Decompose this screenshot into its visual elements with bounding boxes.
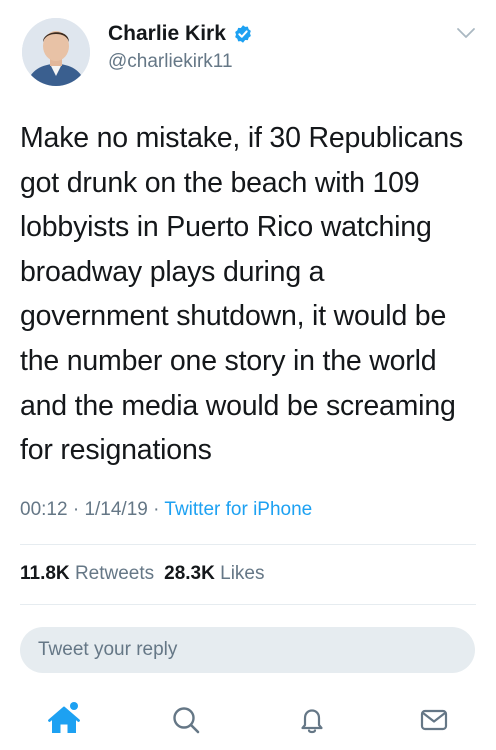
unread-dot — [70, 702, 78, 710]
likes-count: 28.3K — [164, 563, 215, 584]
retweets-count: 11.8K — [20, 563, 70, 584]
divider — [20, 604, 476, 605]
retweets-stat[interactable]: 11.8K Retweets — [20, 563, 154, 584]
tweet-date: 1/14/19 — [84, 499, 148, 520]
meta-separator: · — [72, 499, 80, 520]
tab-home[interactable] — [44, 700, 84, 740]
tweet-text-line: lobbyists in Puerto Rico watching — [20, 211, 432, 244]
tweet-text-line: Make no mistake, if 30 Republicans — [20, 122, 464, 154]
author-name[interactable]: Charlie Kirk — [108, 22, 226, 46]
tweet-meta: 00:12 · 1/14/19 · Twitter for iPhone — [20, 498, 312, 522]
tweet-text-line: for resignations — [20, 434, 212, 467]
chevron-down-icon[interactable] — [456, 26, 476, 40]
tweet-header: Charlie Kirk @charliekirk11 — [0, 0, 496, 100]
tweet-text: Make no mistake, if 30 Republicans got d… — [20, 116, 482, 473]
tweet-text-line: government shutdown, it would be — [20, 300, 447, 333]
divider — [20, 544, 476, 545]
tweet-text-line: got drunk on the beach with 109 — [20, 166, 420, 199]
likes-stat[interactable]: 28.3K Likes — [164, 563, 264, 584]
retweets-label: Retweets — [74, 563, 155, 584]
bottom-tab-bar — [0, 690, 496, 750]
avatar-image — [22, 18, 90, 86]
author-name-row: Charlie Kirk — [108, 22, 253, 46]
search-icon — [173, 707, 200, 734]
tweet-time: 00:12 — [20, 499, 68, 520]
notifications-icon — [301, 709, 323, 734]
reply-placeholder: Tweet your reply — [38, 639, 178, 660]
reply-input[interactable]: Tweet your reply — [20, 627, 475, 673]
author-handle[interactable]: @charliekirk11 — [108, 50, 233, 74]
tweet-text-line: and the media would be screaming — [20, 389, 456, 422]
likes-label: Likes — [220, 563, 265, 584]
tweet-source-link[interactable]: Twitter for iPhone — [164, 499, 312, 520]
tweet-stats: 11.8K Retweets 28.3K Likes — [20, 562, 264, 586]
tab-search[interactable] — [166, 700, 206, 740]
verified-badge-icon — [235, 25, 251, 43]
avatar[interactable] — [22, 18, 90, 86]
meta-separator: · — [153, 499, 160, 520]
tab-messages[interactable] — [414, 700, 454, 740]
messages-icon — [420, 709, 448, 731]
tab-notifications[interactable] — [292, 700, 332, 740]
tweet-text-line: broadway plays during a — [20, 255, 325, 288]
home-icon — [48, 702, 80, 733]
tweet-text-line: the number one story in the world — [20, 344, 437, 377]
